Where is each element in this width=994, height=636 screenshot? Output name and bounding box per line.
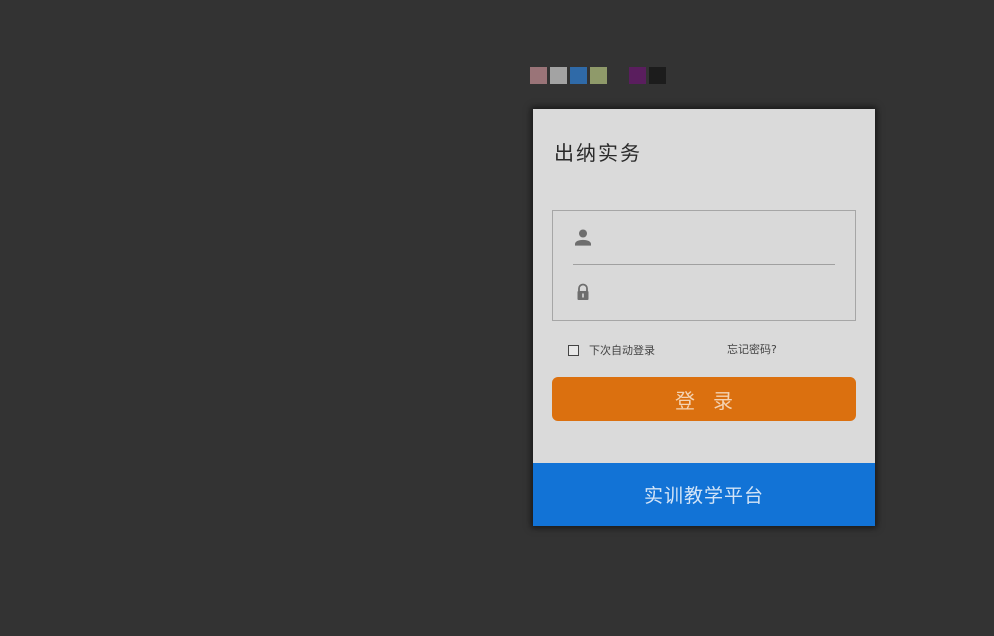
remember-label: 下次自动登录 — [589, 344, 655, 357]
theme-swatch-gray[interactable] — [550, 67, 567, 84]
theme-swatch-olive[interactable] — [590, 67, 607, 84]
credentials-box — [552, 210, 856, 321]
platform-footer: 实训教学平台 — [533, 463, 875, 526]
password-row — [553, 266, 855, 320]
login-card: 出纳实务 下次自动登录 忘记密码? 登录 实训教学平台 — [533, 109, 875, 526]
theme-swatch-black[interactable] — [649, 67, 666, 84]
theme-swatch-purple[interactable] — [629, 67, 646, 84]
login-title: 出纳实务 — [554, 141, 642, 165]
remember-checkbox[interactable] — [568, 344, 579, 356]
login-page: 出纳实务 下次自动登录 忘记密码? 登录 实训教学平台 — [0, 0, 994, 636]
lock-icon — [577, 283, 589, 300]
theme-swatch-mauve[interactable] — [530, 67, 547, 84]
username-row — [553, 211, 855, 265]
remember-me[interactable]: 下次自动登录 — [568, 342, 655, 358]
theme-swatch-blue[interactable] — [570, 67, 587, 84]
forgot-password-link[interactable]: 忘记密码? — [727, 342, 777, 358]
user-icon — [575, 229, 591, 246]
field-divider — [573, 264, 835, 265]
login-button[interactable]: 登录 — [552, 377, 856, 421]
password-input[interactable] — [603, 278, 837, 308]
platform-name: 实训教学平台 — [643, 485, 764, 507]
username-input[interactable] — [603, 223, 837, 253]
